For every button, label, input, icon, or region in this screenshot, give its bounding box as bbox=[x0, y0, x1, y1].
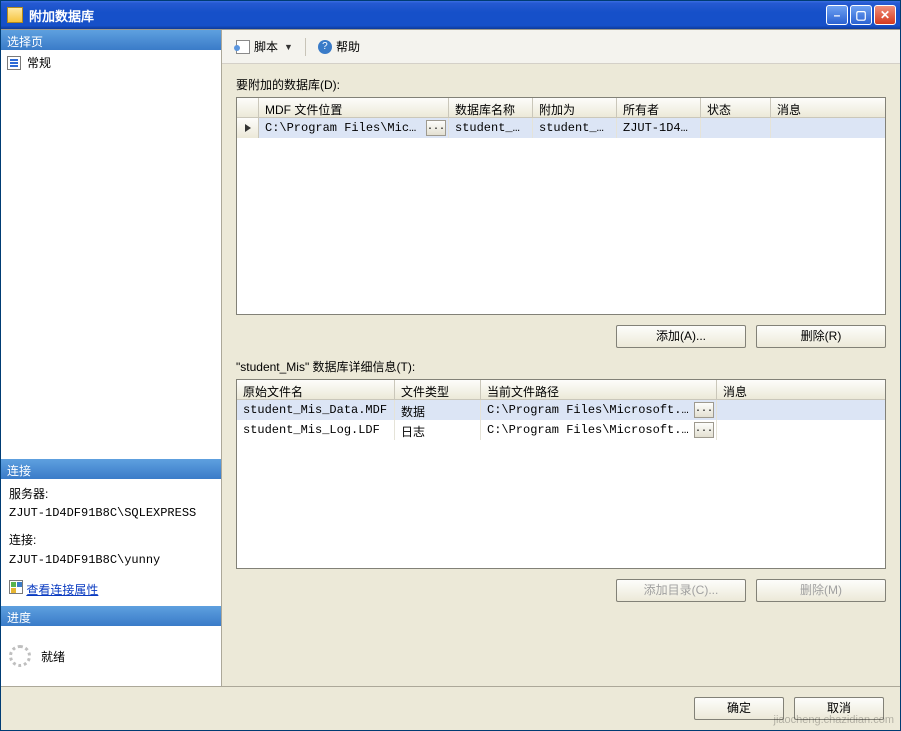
help-label: 帮助 bbox=[336, 38, 360, 55]
progress-panel: 就绪 bbox=[1, 626, 221, 686]
toolbar-separator bbox=[305, 38, 306, 56]
remove-button[interactable]: 删除(R) bbox=[756, 325, 886, 348]
chevron-down-icon: ▼ bbox=[284, 42, 293, 52]
server-value: ZJUT-1D4DF91B8C\SQLEXPRESS bbox=[9, 504, 213, 523]
cell-db-name[interactable]: student_Mis bbox=[449, 118, 533, 138]
grid-header: MDF 文件位置 数据库名称 附加为 所有者 状态 消息 bbox=[237, 98, 885, 118]
attach-buttons: 添加(A)... 删除(R) bbox=[236, 325, 886, 348]
view-connection-properties[interactable]: 查看连接属性 bbox=[9, 580, 213, 600]
cell-status bbox=[701, 118, 771, 138]
minimize-button[interactable]: – bbox=[826, 5, 848, 25]
page-icon bbox=[7, 56, 21, 70]
conn-value: ZJUT-1D4DF91B8C\yunny bbox=[9, 551, 213, 570]
cell-file-type: 数据 bbox=[395, 400, 481, 420]
database-icon bbox=[7, 7, 23, 23]
col-current-path[interactable]: 当前文件路径 bbox=[481, 380, 717, 399]
window-title: 附加数据库 bbox=[29, 6, 826, 25]
connection-info: 服务器: ZJUT-1D4DF91B8C\SQLEXPRESS 连接: ZJUT… bbox=[1, 479, 221, 606]
titlebar: 附加数据库 – ▢ ✕ bbox=[1, 1, 900, 29]
sidebar-item-label: 常规 bbox=[27, 54, 51, 71]
main-panel: 脚本 ▼ ? 帮助 要附加的数据库(D): MDF 文件位置 数据库名称 bbox=[222, 30, 900, 686]
sidebar: 选择页 常规 连接 服务器: ZJUT-1D4DF91B8C\SQLEXPRES… bbox=[1, 30, 222, 686]
cell-detail-message bbox=[717, 400, 885, 420]
progress-status: 就绪 bbox=[41, 648, 65, 665]
databases-to-attach-grid[interactable]: MDF 文件位置 数据库名称 附加为 所有者 状态 消息 C:\Program … bbox=[236, 97, 886, 315]
row-selector[interactable] bbox=[237, 118, 259, 138]
dialog-body: 选择页 常规 连接 服务器: ZJUT-1D4DF91B8C\SQLEXPRES… bbox=[1, 29, 900, 686]
progress-header: 进度 bbox=[1, 606, 221, 626]
col-file-type[interactable]: 文件类型 bbox=[395, 380, 481, 399]
table-row[interactable]: student_Mis_Log.LDF 日志 C:\Program Files\… bbox=[237, 420, 885, 440]
server-label: 服务器: bbox=[9, 485, 213, 504]
attach-db-label: 要附加的数据库(D): bbox=[236, 76, 886, 93]
window-buttons: – ▢ ✕ bbox=[826, 5, 900, 25]
database-details-grid[interactable]: 原始文件名 文件类型 当前文件路径 消息 student_Mis_Data.MD… bbox=[236, 379, 886, 569]
close-button[interactable]: ✕ bbox=[874, 5, 896, 25]
cell-original-filename[interactable]: student_Mis_Log.LDF bbox=[237, 420, 395, 440]
browse-button[interactable]: ... bbox=[694, 402, 714, 418]
page-list: 常规 bbox=[1, 50, 221, 459]
col-owner[interactable]: 所有者 bbox=[617, 98, 701, 117]
col-attach-as[interactable]: 附加为 bbox=[533, 98, 617, 117]
script-button[interactable]: 脚本 ▼ bbox=[232, 36, 297, 57]
connection-header: 连接 bbox=[1, 459, 221, 479]
col-message[interactable]: 消息 bbox=[771, 98, 885, 117]
cell-file-type: 日志 bbox=[395, 420, 481, 440]
script-icon bbox=[236, 40, 250, 54]
maximize-button[interactable]: ▢ bbox=[850, 5, 872, 25]
cell-owner[interactable]: ZJUT-1D4... bbox=[617, 118, 701, 138]
select-page-header: 选择页 bbox=[1, 30, 221, 50]
table-row[interactable]: student_Mis_Data.MDF 数据 C:\Program Files… bbox=[237, 400, 885, 420]
view-props-link[interactable]: 查看连接属性 bbox=[26, 583, 98, 597]
cell-original-filename[interactable]: student_Mis_Data.MDF bbox=[237, 400, 395, 420]
col-mdf-location[interactable]: MDF 文件位置 bbox=[259, 98, 449, 117]
arrow-right-icon bbox=[245, 124, 251, 132]
table-row[interactable]: C:\Program Files\Micr... ... student_Mis… bbox=[237, 118, 885, 138]
cell-current-path[interactable]: C:\Program Files\Microsoft... ... bbox=[481, 420, 717, 440]
sidebar-item-general[interactable]: 常规 bbox=[1, 50, 221, 75]
col-status[interactable]: 状态 bbox=[701, 98, 771, 117]
detail-buttons: 添加目录(C)... 删除(M) bbox=[236, 579, 886, 602]
spinner-icon bbox=[9, 645, 31, 667]
help-icon: ? bbox=[318, 40, 332, 54]
add-directory-button: 添加目录(C)... bbox=[616, 579, 746, 602]
script-label: 脚本 bbox=[254, 38, 278, 55]
conn-label: 连接: bbox=[9, 531, 213, 550]
cell-message bbox=[771, 118, 885, 138]
dialog-footer: 确定 取消 bbox=[1, 686, 900, 730]
cell-mdf-location[interactable]: C:\Program Files\Micr... ... bbox=[259, 118, 449, 138]
content-area: 要附加的数据库(D): MDF 文件位置 数据库名称 附加为 所有者 状态 消息 bbox=[222, 64, 900, 686]
help-button[interactable]: ? 帮助 bbox=[314, 36, 364, 57]
add-button[interactable]: 添加(A)... bbox=[616, 325, 746, 348]
cell-detail-message bbox=[717, 420, 885, 440]
properties-icon bbox=[9, 580, 23, 594]
cell-current-path[interactable]: C:\Program Files\Microsoft... ... bbox=[481, 400, 717, 420]
col-detail-message[interactable]: 消息 bbox=[717, 380, 885, 399]
remove-detail-button: 删除(M) bbox=[756, 579, 886, 602]
db-details-label: "student_Mis" 数据库详细信息(T): bbox=[236, 358, 886, 375]
grid-header: 原始文件名 文件类型 当前文件路径 消息 bbox=[237, 380, 885, 400]
cell-attach-as[interactable]: student_Mis bbox=[533, 118, 617, 138]
col-db-name[interactable]: 数据库名称 bbox=[449, 98, 533, 117]
toolbar: 脚本 ▼ ? 帮助 bbox=[222, 30, 900, 64]
browse-button[interactable]: ... bbox=[694, 422, 714, 438]
ok-button[interactable]: 确定 bbox=[694, 697, 784, 720]
col-original-filename[interactable]: 原始文件名 bbox=[237, 380, 395, 399]
cancel-button[interactable]: 取消 bbox=[794, 697, 884, 720]
attach-database-dialog: 附加数据库 – ▢ ✕ 选择页 常规 连接 服务器: ZJUT-1D4DF91B… bbox=[0, 0, 901, 731]
browse-button[interactable]: ... bbox=[426, 120, 446, 136]
